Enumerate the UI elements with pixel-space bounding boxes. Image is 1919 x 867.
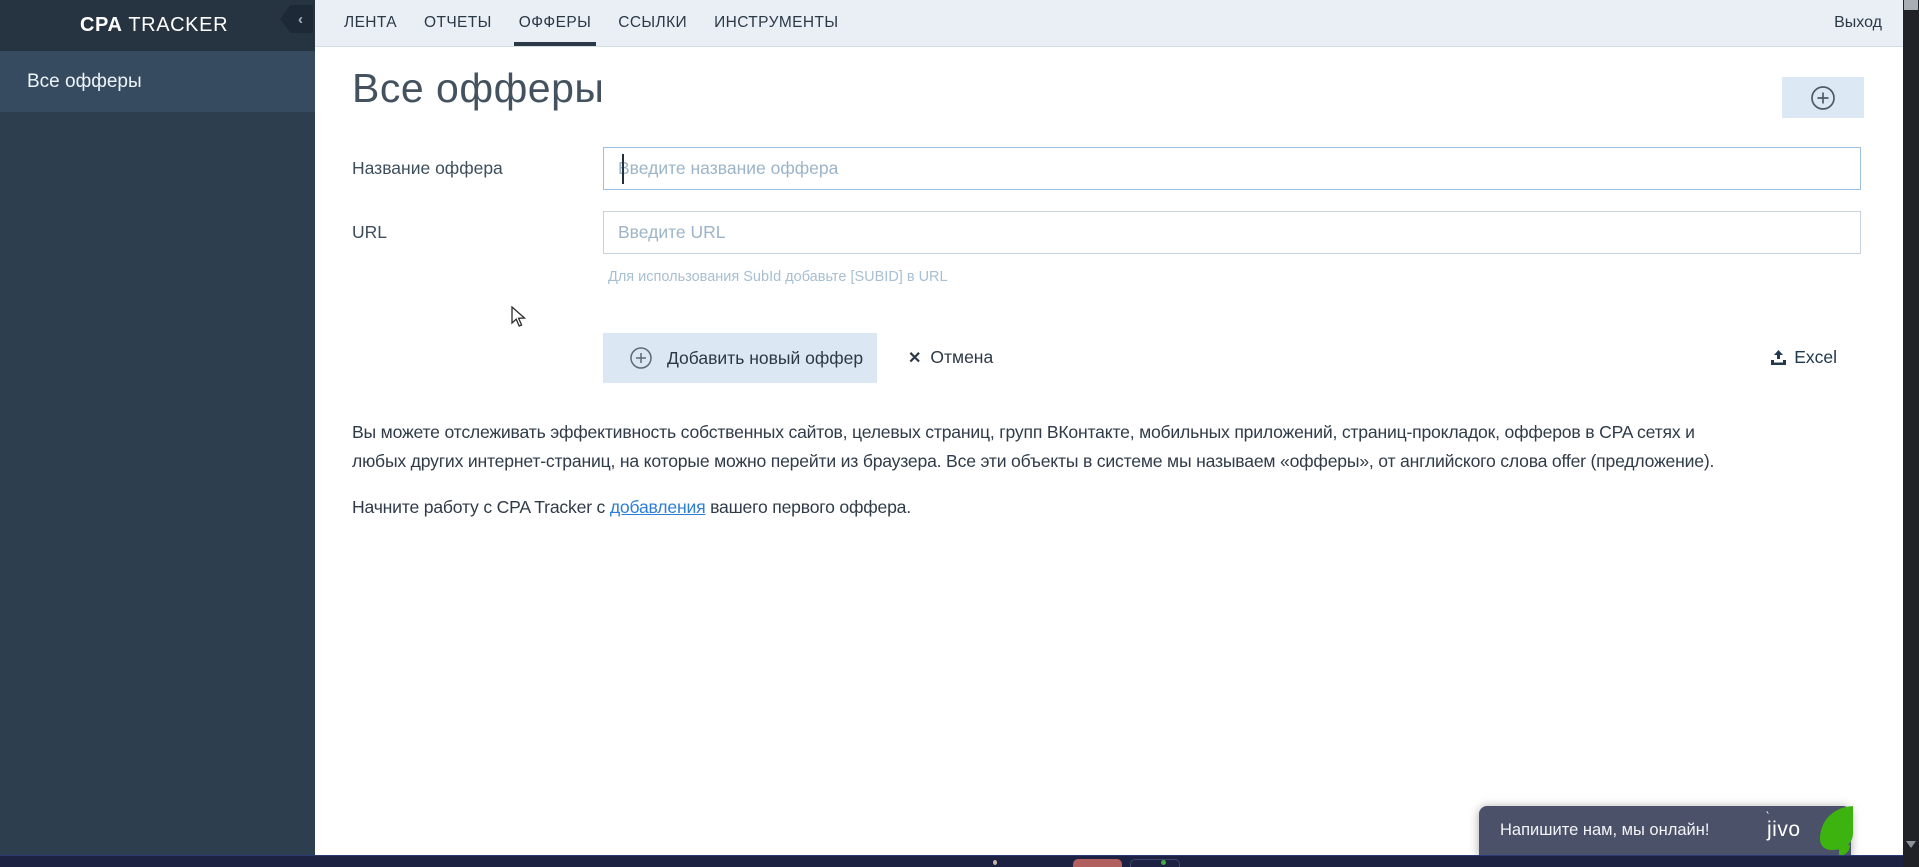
add-new-offer-label: Добавить новый оффер [667, 347, 864, 368]
offer-name-label: Название оффера [352, 158, 503, 178]
taskbar-outline-button[interactable] [1130, 859, 1180, 867]
top-navigation: ЛЕНТА ОТЧЕТЫ ОФФЕРЫ ССЫЛКИ ИНСТРУМЕНТЫ В… [315, 0, 1903, 47]
scrollbar-thumb[interactable] [1904, 0, 1918, 10]
excel-export-button[interactable]: Excel [1770, 347, 1837, 368]
logout-button[interactable]: Выход [1834, 0, 1903, 46]
sidebar-item-all-offers[interactable]: Все офферы [0, 51, 315, 112]
add-offer-toggle-button[interactable] [1782, 77, 1864, 118]
intro-line-2: любых других интернет-страниц, на которы… [352, 451, 1715, 471]
add-new-offer-button[interactable]: Добавить новый оффер [603, 333, 877, 383]
start-prefix: Начните работу с CPA Tracker с [352, 497, 610, 517]
subid-hint: Для использования SubId добавьте [SUBID]… [608, 269, 948, 285]
add-offer-link[interactable]: добавления [610, 497, 706, 517]
excel-label: Excel [1794, 347, 1837, 367]
url-label: URL [352, 222, 388, 242]
main-content: Все офферы Название оффера URL Для испол… [315, 47, 1903, 867]
sidebar: CPA TRACKER ‹ Все офферы [0, 0, 315, 867]
tab-feed[interactable]: ЛЕНТА [344, 0, 397, 46]
tab-offers[interactable]: ОФФЕРЫ [513, 0, 597, 46]
chat-message: Напишите нам, мы онлайн! [1500, 821, 1710, 839]
chat-widget[interactable]: Напишите нам, мы онлайн! jivo [1479, 806, 1853, 856]
offer-url-input[interactable] [603, 211, 1861, 254]
chevron-left-icon: ‹ [298, 10, 303, 28]
intro-line-1: Вы можете отслеживать эффективность собс… [352, 422, 1695, 442]
page-title: Все офферы [352, 65, 605, 111]
taskbar-red-button[interactable] [1073, 859, 1122, 867]
app-logo-bold: CPA [80, 14, 123, 36]
app-window: CPA TRACKER ‹ Все офферы ЛЕНТА ОТЧЕТЫ ОФ… [0, 0, 1919, 867]
cancel-button[interactable]: ✕ Отмена [908, 347, 993, 368]
app-logo: CPA TRACKER [80, 14, 228, 37]
offer-name-input[interactable] [603, 147, 1861, 190]
plus-circle-icon [630, 347, 652, 369]
text-caret [622, 154, 624, 184]
start-paragraph: Начните работу с CPA Tracker с добавлени… [352, 493, 911, 522]
start-suffix: вашего первого оффера. [705, 497, 911, 517]
taskbar [0, 855, 1919, 867]
cancel-label: Отмена [930, 347, 994, 367]
vertical-scrollbar[interactable] [1903, 0, 1919, 867]
status-dot [1161, 860, 1166, 865]
taskbar-icon [993, 860, 997, 865]
close-icon: ✕ [908, 349, 922, 367]
app-logo-rest: TRACKER [122, 14, 229, 36]
jivo-logo: jivo [1766, 809, 1801, 842]
sidebar-item-label: Все офферы [27, 70, 142, 92]
scroll-down-arrow-icon[interactable] [1906, 841, 1916, 848]
sidebar-collapse-button[interactable]: ‹ [280, 5, 313, 33]
tab-links[interactable]: ССЫЛКИ [618, 0, 687, 46]
sidebar-header: CPA TRACKER ‹ [0, 0, 315, 51]
plus-circle-icon [1811, 85, 1835, 110]
tab-reports[interactable]: ОТЧЕТЫ [424, 0, 492, 46]
tab-tools[interactable]: ИНСТРУМЕНТЫ [714, 0, 838, 46]
upload-icon [1771, 349, 1787, 365]
intro-paragraph: Вы можете отслеживать эффективность собс… [352, 418, 1714, 476]
